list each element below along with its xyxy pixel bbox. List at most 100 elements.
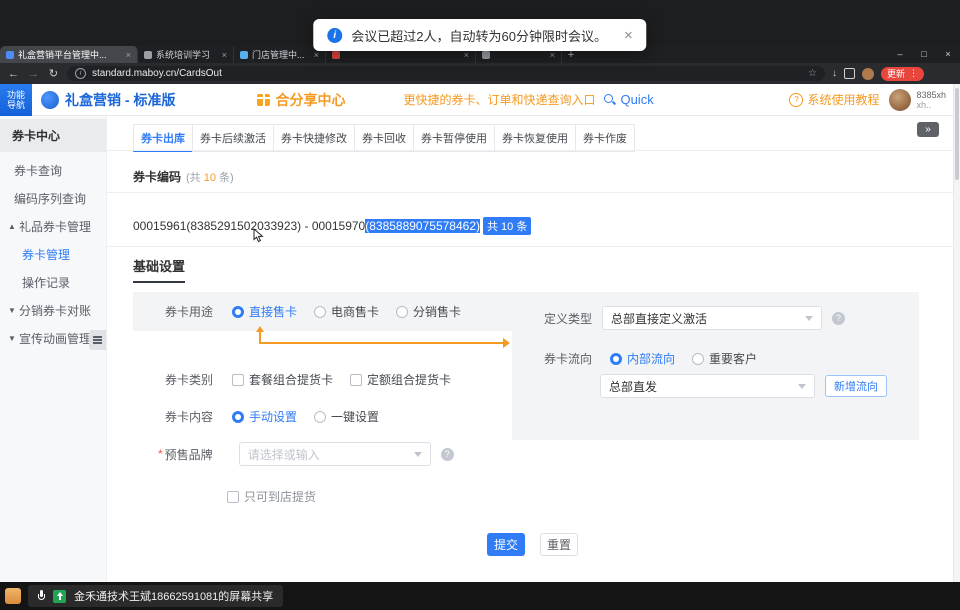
url-text[interactable]: standard.maboy.cn/CardsOut (92, 68, 222, 79)
radio-ecommerce-sale[interactable]: 电商售卡 (314, 303, 379, 320)
tab-card-quick-edit[interactable]: 券卡快捷修改 (273, 124, 355, 152)
chevron-down-icon (414, 452, 422, 457)
radio-label: 直接售卡 (249, 303, 297, 320)
radio-label: 一键设置 (331, 408, 379, 425)
radio-important-customer[interactable]: 重要客户 (692, 350, 757, 367)
tab-card-outbound[interactable]: 券卡出库 (133, 124, 193, 152)
update-button[interactable]: 更新 ⋮ (881, 67, 924, 81)
browser-tab[interactable]: 门店管理中... × (234, 46, 326, 63)
browser-tab-active[interactable]: 礼盒营销平台管理中... × (0, 46, 138, 63)
bookmark-star-icon[interactable]: ☆ (808, 68, 817, 79)
divider (107, 150, 953, 151)
window-close-button[interactable]: × (936, 46, 960, 63)
define-flow-panel: 定义类型 总部直接定义激活 ? 券卡流向 内部流向 重要客户 (512, 292, 919, 440)
select-placeholder: 请选择或输入 (248, 446, 320, 463)
nav-toggle-line1: 功能 (7, 90, 25, 100)
card-category-label: 券卡类别 (165, 371, 213, 388)
tab-card-recycle[interactable]: 券卡回收 (354, 124, 414, 152)
radio-manual-setting[interactable]: 手动设置 (232, 408, 297, 425)
tab-card-void[interactable]: 券卡作废 (575, 124, 635, 152)
address-bar[interactable]: i standard.maboy.cn/CardsOut ☆ (67, 66, 825, 81)
browser-profile-avatar[interactable] (862, 68, 874, 80)
function-nav-toggle[interactable]: 功能 导航 (0, 84, 32, 116)
radio-label: 手动设置 (249, 408, 297, 425)
quick-link[interactable]: Quick (620, 92, 653, 107)
presale-brand-select[interactable]: 请选择或输入 (239, 442, 431, 466)
radio-direct-sale[interactable]: 直接售卡 (232, 303, 297, 320)
card-category-row: 券卡类别 套餐组合提货卡 定额组合提货卡 (107, 371, 468, 388)
usage-label: 券卡用途 (165, 303, 213, 320)
radio-label: 分销售卡 (413, 303, 461, 320)
required-asterisk: * (158, 447, 163, 461)
tab-card-suspend[interactable]: 券卡暂停使用 (413, 124, 495, 152)
sidebar-item-card-query[interactable]: 券卡查询 (0, 156, 106, 184)
tab-close-icon[interactable]: × (314, 50, 319, 60)
microphone-icon (38, 590, 45, 603)
page-scrollbar[interactable] (953, 84, 960, 582)
flow-select[interactable]: 总部直发 (600, 374, 815, 398)
sidebar-group-distribution-reconciliation[interactable]: ▼ 分销券卡对账 (0, 296, 106, 324)
meeting-toast: i 会议已超过2人，自动转为60分钟限时会议。 × (313, 19, 646, 51)
sidebar-section-title: 券卡中心 (0, 119, 106, 152)
download-icon[interactable]: ↓ (832, 68, 837, 79)
sidebar-item-card-management[interactable]: 券卡管理 (0, 240, 106, 268)
tutorial-link[interactable]: ? 系统使用教程 (789, 91, 879, 108)
card-flow-label: 券卡流向 (544, 350, 592, 367)
checkbox-fixed-combo-card[interactable]: 定额组合提货卡 (350, 371, 451, 388)
reload-icon[interactable]: ↻ (47, 67, 60, 80)
radio-one-click-setting[interactable]: 一键设置 (314, 408, 379, 425)
define-type-label: 定义类型 (544, 310, 592, 327)
user-avatar[interactable] (889, 89, 911, 111)
checkbox-store-pickup-only[interactable]: 只可到店提货 (227, 488, 316, 505)
scrollbar-thumb[interactable] (955, 88, 959, 180)
sidebar-group-gift-card-management[interactable]: ▲ 礼品券卡管理 (0, 212, 106, 240)
radio-distribution-sale[interactable]: 分销售卡 (396, 303, 461, 320)
checkbox-icon (227, 491, 239, 503)
radio-label: 电商售卡 (331, 303, 379, 320)
main-content: 券卡出库 券卡后续激活 券卡快捷修改 券卡回收 券卡暂停使用 券卡恢复使用 券卡… (107, 116, 953, 582)
screen-share-indicator[interactable]: 金禾通技术王斌18662591081的屏幕共享 (28, 585, 283, 607)
card-code-range[interactable]: 00015961(8385291502033923) - 00015970(83… (133, 217, 531, 235)
tab-label: 礼盒营销平台管理中... (18, 48, 122, 61)
presale-brand-row: * 预售品牌 请选择或输入 ? (107, 442, 454, 466)
radio-icon (314, 306, 326, 318)
tab-close-icon[interactable]: × (550, 50, 555, 60)
menu-icon (93, 339, 102, 341)
tab-label: 系统培训学习 (156, 48, 218, 61)
submit-button[interactable]: 提交 (487, 533, 525, 556)
browser-tab[interactable]: 系统培训学习 × (138, 46, 234, 63)
user-info: 8385xh xh.. (916, 90, 946, 110)
forward-icon[interactable]: → (27, 68, 40, 80)
help-icon[interactable]: ? (832, 312, 845, 325)
extensions-icon[interactable] (844, 68, 855, 79)
sidebar-item-label: 分销券卡对账 (19, 302, 91, 319)
window-minimize-button[interactable]: – (888, 46, 912, 63)
radio-internal-flow[interactable]: 内部流向 (610, 350, 675, 367)
tab-close-icon[interactable]: × (464, 50, 469, 60)
sidebar-item-label: 券卡查询 (14, 162, 62, 179)
sidebar-item-code-sequence-query[interactable]: 编码序列查询 (0, 184, 106, 212)
tab-favicon (482, 51, 490, 59)
taskbar-app-icon[interactable] (5, 588, 21, 604)
back-icon[interactable]: ← (7, 68, 20, 80)
window-maximize-button[interactable]: □ (912, 46, 936, 63)
help-icon[interactable]: ? (441, 448, 454, 461)
tab-close-icon[interactable]: × (126, 50, 131, 60)
share-center-label: 合分享中心 (275, 90, 345, 110)
sidebar-collapse-handle[interactable] (89, 330, 106, 350)
checkbox-package-combo-card[interactable]: 套餐组合提货卡 (232, 371, 333, 388)
tab-close-icon[interactable]: × (222, 50, 227, 60)
toast-close-icon[interactable]: × (624, 27, 633, 44)
define-type-select[interactable]: 总部直接定义激活 (602, 306, 822, 330)
tab-card-resume[interactable]: 券卡恢复使用 (494, 124, 576, 152)
annotation-arrow-horizontal (259, 342, 504, 344)
collapse-panel-button[interactable]: » (917, 122, 939, 137)
sidebar-item-operation-records[interactable]: 操作记录 (0, 268, 106, 296)
add-flow-button[interactable]: 新增流向 (825, 375, 887, 397)
share-center-link[interactable]: 合分享中心 (257, 90, 345, 110)
browser-menu-icon[interactable]: ⋮ (909, 68, 918, 79)
site-info-icon[interactable]: i (75, 68, 86, 79)
reset-button[interactable]: 重置 (540, 533, 578, 556)
tab-card-followup-activation[interactable]: 券卡后续激活 (192, 124, 274, 152)
tab-favicon (144, 51, 152, 59)
